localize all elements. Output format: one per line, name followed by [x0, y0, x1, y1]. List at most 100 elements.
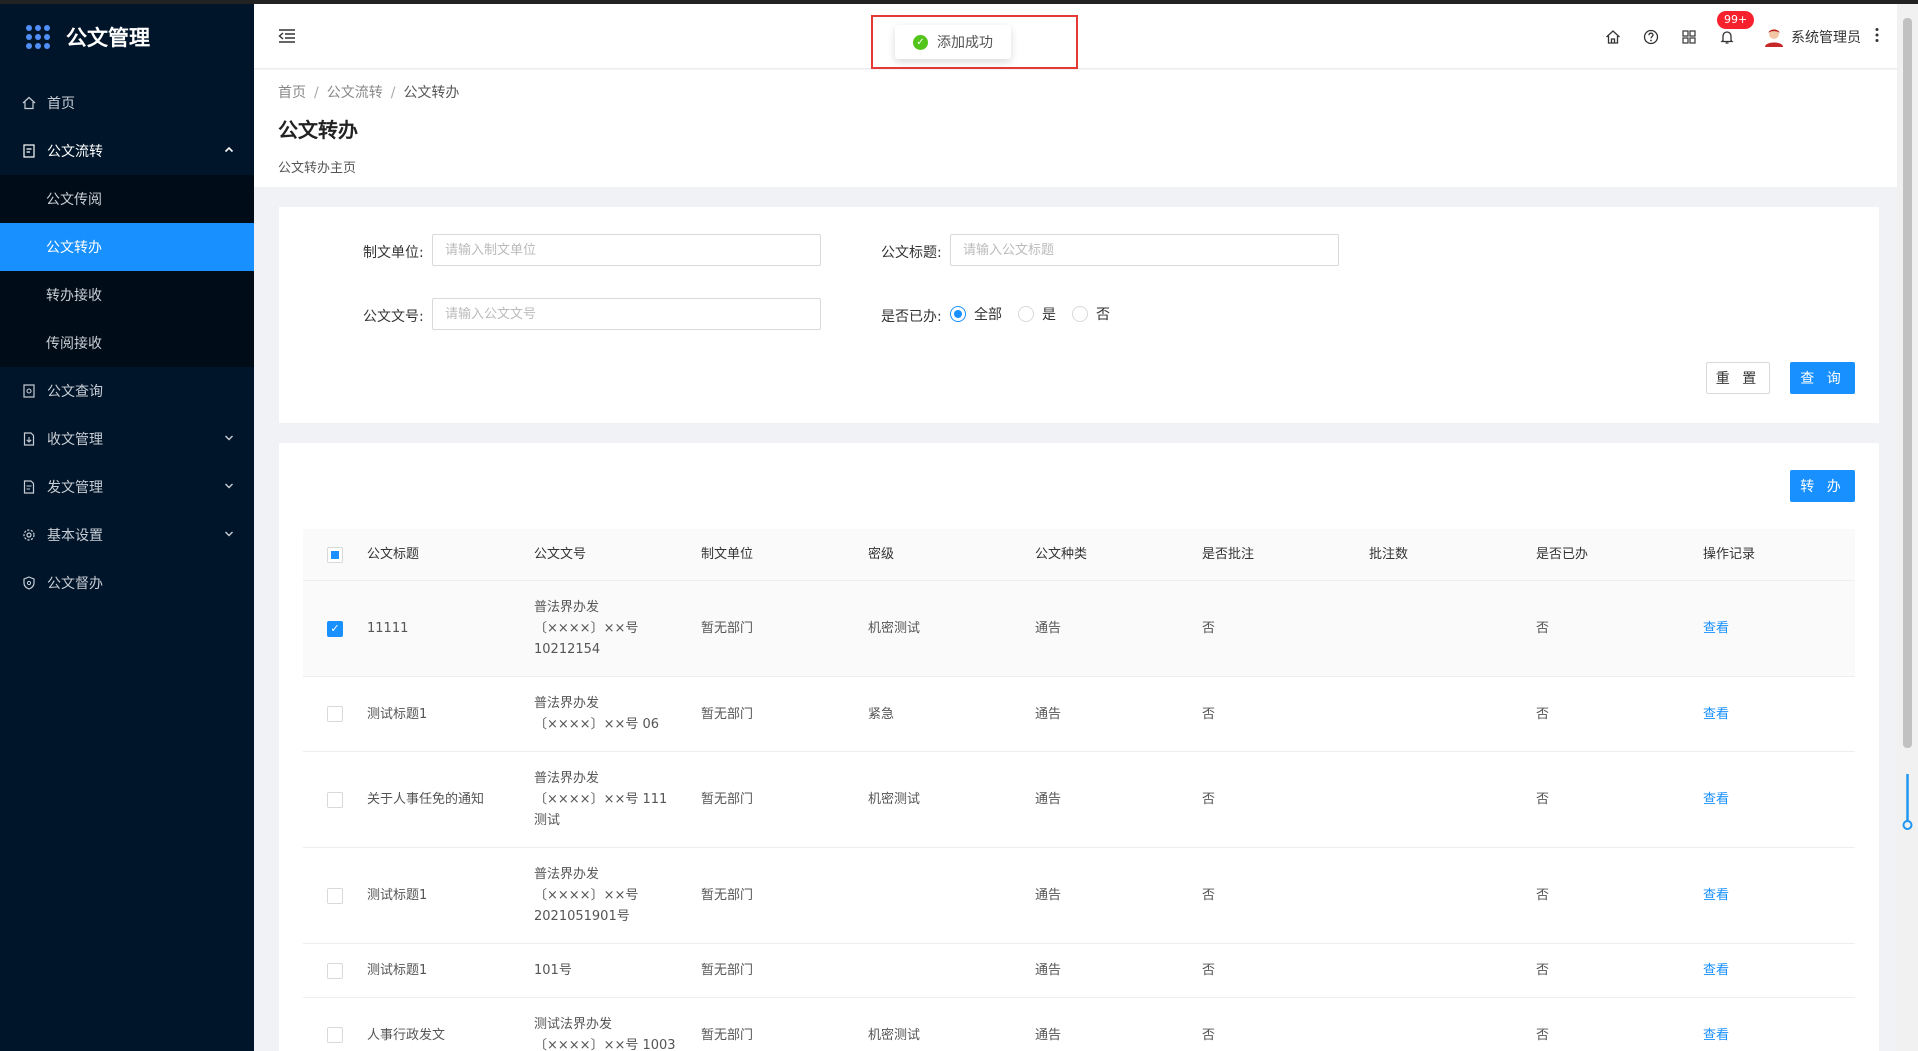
- table-header-row: 公文标题 公文文号 制文单位 密级 公文种类 是否批注 批注数 是否已办 操作记…: [303, 529, 1855, 581]
- done-radio-group: 全部 是 否: [950, 304, 1126, 324]
- cell-kind: 通告: [1035, 1027, 1062, 1043]
- cell-annotated: 否: [1202, 888, 1216, 903]
- sidebar-item-settings[interactable]: 基本设置: [0, 511, 254, 559]
- sidebar-item-circulate-receive[interactable]: 传阅接收: [0, 319, 254, 367]
- row-checkbox[interactable]: [327, 791, 343, 808]
- cell-doc-no: 测试法界办发 〔××××〕××号 1003: [534, 1017, 676, 1051]
- table-row[interactable]: ✓ 11111 普法界办发 〔××××〕××号 10212154 暂无部门 机密…: [303, 581, 1855, 677]
- row-checkbox[interactable]: [327, 706, 343, 722]
- inbox-doc-icon: [22, 432, 36, 446]
- view-link[interactable]: 查看: [1703, 621, 1729, 636]
- row-checkbox[interactable]: [327, 887, 343, 904]
- sidebar-submenu-doc-flow: 公文传阅 公文转办 转办接收 传阅接收: [0, 175, 254, 367]
- cell-unit: 暂无部门: [701, 1027, 754, 1043]
- cell-title: 关于人事任免的通知: [367, 792, 485, 807]
- radio-yes[interactable]: 是: [1018, 304, 1056, 324]
- toast-message: 添加成功: [937, 35, 993, 51]
- view-link[interactable]: 查看: [1703, 963, 1729, 978]
- page-subtitle: 公文转办主页: [278, 161, 357, 176]
- sidebar-item-label: 公文流转: [47, 144, 103, 160]
- cell-kind: 通告: [1035, 621, 1062, 636]
- more-vertical-icon[interactable]: [1875, 27, 1879, 47]
- sidebar-item-doc-circulate[interactable]: 公文传阅: [0, 175, 254, 223]
- radio-no[interactable]: 否: [1072, 304, 1110, 324]
- user-name[interactable]: 系统管理员: [1791, 27, 1861, 47]
- view-link[interactable]: 查看: [1703, 888, 1729, 903]
- sidebar-item-outbox-doc[interactable]: 发文管理: [0, 463, 254, 511]
- sidebar-item-label: 基本设置: [47, 528, 103, 544]
- title-input-wrapper: [950, 234, 1339, 266]
- sidebar-menu: 首页 公文流转 公文传阅 公文转办 转办接收 传阅接收 公文查询 收文管理 发文…: [0, 79, 254, 607]
- unit-input[interactable]: [433, 235, 820, 265]
- gear-icon: [22, 528, 36, 542]
- reset-button[interactable]: 重 置: [1706, 362, 1770, 394]
- select-all-checkbox[interactable]: [327, 546, 343, 563]
- app-logo[interactable]: 公文管理: [0, 4, 254, 69]
- page-scrollbar[interactable]: [1897, 4, 1918, 1051]
- outbox-doc-icon: [22, 480, 36, 494]
- radio-all[interactable]: 全部: [950, 304, 1002, 324]
- sidebar-item-doc-transfer[interactable]: 公文转办: [0, 223, 254, 271]
- sidebar-item-label: 公文督办: [47, 576, 103, 592]
- cell-done: 否: [1536, 792, 1550, 807]
- doc-table: 公文标题 公文文号 制文单位 密级 公文种类 是否批注 批注数 是否已办 操作记…: [303, 529, 1855, 1051]
- cell-title: 11111: [367, 621, 409, 636]
- column-header: 是否批注: [1202, 547, 1255, 562]
- avatar[interactable]: [1763, 26, 1785, 48]
- sidebar-item-inbox-doc[interactable]: 收文管理: [0, 415, 254, 463]
- cell-unit: 暂无部门: [701, 963, 754, 978]
- row-checkbox[interactable]: [327, 962, 343, 979]
- table-row[interactable]: 测试标题1 101号 暂无部门 通告 否 否 查看: [303, 944, 1855, 998]
- cell-title: 人事行政发文: [367, 1027, 446, 1043]
- table-row[interactable]: 人事行政发文 测试法界办发 〔××××〕××号 1003 暂无部门 机密测试 通…: [303, 998, 1855, 1051]
- bell-icon[interactable]: 99+: [1717, 10, 1755, 47]
- cell-done: 否: [1536, 706, 1550, 722]
- column-header: 公文标题: [367, 547, 420, 562]
- menu-fold-icon[interactable]: [278, 28, 296, 44]
- title-label: 公文标题:: [881, 245, 942, 261]
- toast-highlight-box: ✓ 添加成功: [871, 15, 1078, 69]
- column-header: 制文单位: [701, 547, 754, 562]
- doc-no-input[interactable]: [433, 299, 820, 329]
- sidebar-item-doc-supervise[interactable]: 公文督办: [0, 559, 254, 607]
- sidebar-item-label: 首页: [47, 96, 75, 112]
- cell-doc-no: 101号: [534, 963, 572, 978]
- page-title: 公文转办: [278, 118, 358, 142]
- cell-doc-no: 普法界办发 〔××××〕××号 2021051901号: [534, 867, 639, 924]
- help-icon[interactable]: [1641, 27, 1661, 47]
- breadcrumb-home[interactable]: 首页: [278, 85, 306, 101]
- cell-annotated: 否: [1202, 621, 1216, 636]
- table-row[interactable]: 测试标题1 普法界办发 〔××××〕××号 06 暂无部门 紧急 通告 否 否 …: [303, 677, 1855, 752]
- cell-done: 否: [1536, 621, 1550, 636]
- table-row[interactable]: 关于人事任免的通知 普法界办发 〔××××〕××号 111 测试 暂无部门 机密…: [303, 752, 1855, 848]
- transfer-button[interactable]: 转 办: [1790, 470, 1855, 502]
- sidebar-item-doc-query[interactable]: 公文查询: [0, 367, 254, 415]
- breadcrumb-current: 公文转办: [403, 85, 460, 101]
- scrollbar-thumb[interactable]: [1903, 18, 1912, 748]
- breadcrumb-doc-flow[interactable]: 公文流转: [327, 85, 383, 101]
- cell-secret: 机密测试: [868, 621, 921, 636]
- scroll-indicator-icon: [1902, 772, 1913, 832]
- column-header: 批注数: [1369, 547, 1409, 562]
- search-form: 制文单位: 公文标题: 公文文号: 是否已办: 全部 是 否 重 置 查 询: [279, 207, 1879, 423]
- page-header: 首页 / 公文流转 / 公文转办 公文转办 公文转办主页: [254, 70, 1897, 187]
- sidebar-item-home[interactable]: 首页: [0, 79, 254, 127]
- home-icon[interactable]: [1603, 27, 1623, 47]
- cell-unit: 暂无部门: [701, 792, 754, 807]
- view-link[interactable]: 查看: [1703, 1028, 1729, 1043]
- app-grid-icon[interactable]: [1679, 27, 1699, 47]
- unit-input-wrapper: [432, 234, 821, 266]
- notification-badge: 99+: [1717, 10, 1755, 29]
- row-checkbox[interactable]: [327, 1027, 343, 1043]
- cell-done: 否: [1536, 963, 1550, 978]
- sidebar-item-doc-flow[interactable]: 公文流转: [0, 127, 254, 175]
- column-header: 公文种类: [1035, 547, 1088, 562]
- row-checkbox[interactable]: ✓: [327, 620, 343, 637]
- breadcrumb: 首页 / 公文流转 / 公文转办: [278, 85, 460, 101]
- sidebar-item-transfer-receive[interactable]: 转办接收: [0, 271, 254, 319]
- view-link[interactable]: 查看: [1703, 707, 1729, 722]
- title-input[interactable]: [951, 235, 1338, 265]
- query-button[interactable]: 查 询: [1790, 362, 1855, 394]
- table-row[interactable]: 测试标题1 普法界办发 〔××××〕××号 2021051901号 暂无部门 通…: [303, 848, 1855, 944]
- view-link[interactable]: 查看: [1703, 792, 1729, 807]
